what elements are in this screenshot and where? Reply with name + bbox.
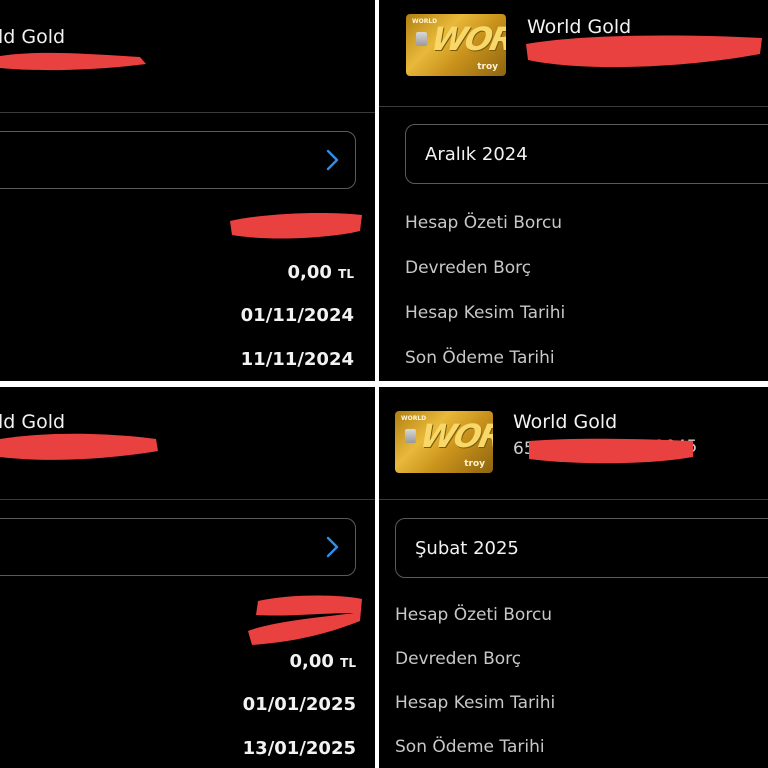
divider: [379, 106, 768, 107]
divider: [0, 112, 375, 113]
card-image: WORLD WOR troy: [406, 14, 506, 76]
period-selector[interactable]: [0, 131, 356, 189]
card-network-text: troy: [464, 459, 485, 469]
chevron-right-icon[interactable]: [321, 533, 343, 561]
divider: [0, 499, 375, 500]
carried-balance-value: 0,00 TL: [289, 651, 356, 672]
card-chip-icon: [416, 32, 427, 46]
card-title: World Gold: [513, 411, 618, 433]
card-network-text: troy: [477, 62, 498, 72]
panel-bottom-left: ld Gold 0,00 TL 01/01/2025 13/01/2025: [0, 387, 375, 768]
redaction-scribble: [529, 438, 693, 464]
chevron-right-icon[interactable]: [321, 146, 343, 174]
redaction-scribble: [526, 35, 762, 68]
statement-debt-label: Hesap Özeti Borcu: [395, 605, 553, 625]
panel-top-right: WORLD WOR troy World Gold Aralık 2024 He…: [379, 0, 768, 381]
redaction-scribble: [248, 595, 362, 645]
card-chip-icon: [405, 429, 416, 443]
carried-balance-value: 0,00 TL: [287, 262, 354, 283]
card-logo-text: WOR: [416, 417, 493, 455]
redaction-scribble: [230, 213, 362, 239]
card-title: ld Gold: [0, 26, 66, 48]
period-selector[interactable]: Aralık 2024: [405, 124, 768, 184]
carried-balance-label: Devreden Borç: [405, 258, 532, 278]
statement-date-value: 01/11/2024: [240, 305, 354, 326]
due-date-value: 13/01/2025: [242, 738, 356, 759]
redaction-scribble: [0, 52, 146, 71]
statement-debt-label: Hesap Özeti Borcu: [405, 213, 563, 233]
period-label: Aralık 2024: [425, 144, 528, 165]
panel-top-left: ld Gold 0,00 TL 01/11/2024 11/11/2024: [0, 0, 375, 381]
statement-date-label: Hesap Kesim Tarihi: [405, 303, 566, 323]
due-date-value: 11/11/2024: [240, 349, 354, 370]
statement-date-value: 01/01/2025: [242, 694, 356, 715]
card-brand-text: WORLD: [412, 18, 438, 25]
due-date-label: Son Ödeme Tarihi: [395, 737, 545, 757]
card-logo-text: WOR: [427, 20, 506, 58]
due-date-label: Son Ödeme Tarihi: [405, 348, 555, 368]
carried-balance-label: Devreden Borç: [395, 649, 522, 669]
period-label: Şubat 2025: [415, 538, 519, 559]
period-selector[interactable]: Şubat 2025: [395, 518, 768, 578]
period-selector[interactable]: [0, 518, 356, 576]
panel-bottom-right: WORLD WOR troy World Gold 65 1045 Şubat …: [379, 387, 768, 768]
statement-date-label: Hesap Kesim Tarihi: [395, 693, 556, 713]
card-brand-text: WORLD: [401, 415, 427, 422]
divider: [379, 499, 768, 500]
card-image: WORLD WOR troy: [395, 411, 493, 473]
redaction-scribble: [0, 433, 158, 460]
